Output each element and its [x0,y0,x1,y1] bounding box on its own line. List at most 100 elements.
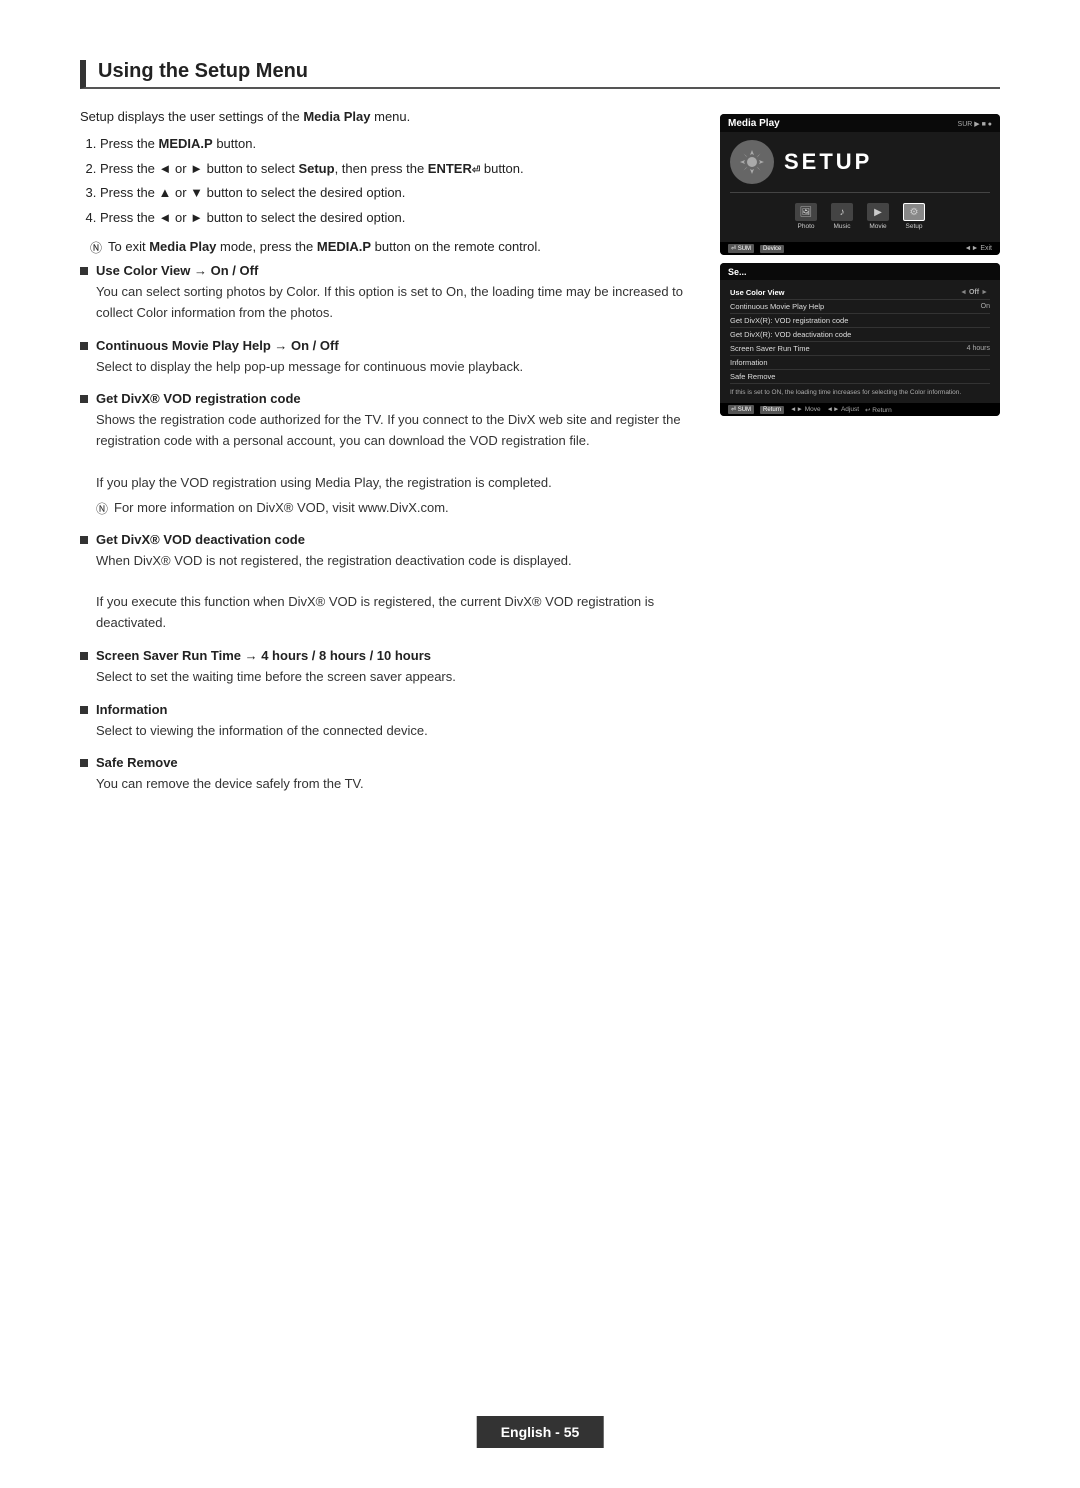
section-screen-saver-body: Select to set the waiting time before th… [96,667,690,688]
divx-reg-label: Get DivX(R): VOD registration code [730,316,990,325]
toolbar2-return: Return [760,406,784,414]
setup-label-icon: Setup [906,223,923,230]
safe-remove-label: Safe Remove [730,372,990,381]
section-use-color-view: Use Color View → On / Off You can select… [80,263,690,324]
arrow-right-icon: ► [981,289,988,296]
arrow-left-icon: ◄ [960,289,967,296]
return-btn: Return [760,406,784,414]
note-item: Ⓝ To exit Media Play mode, press the MED… [90,237,690,257]
tv-toolbar-1: ⏎ SUM Device ◄► Exit [720,242,1000,255]
divx-note-text: For more information on DivX® VOD, visit… [114,498,449,518]
left-content: Setup displays the user settings of the … [80,109,690,809]
bullet-icon [80,342,88,350]
device-btn: Device [760,245,784,253]
right-screenshots: Media Play SUR ▶ ■ ● SETUP [720,114,1000,416]
section-information-body: Select to viewing the information of the… [96,721,690,742]
settings-row-color-view: Use Color View ◄ Off ► [730,286,990,300]
media-play-icons: 🖼 Photo ♪ Music ▶ Movie ⚙ [730,199,990,234]
screen-saver-label: Screen Saver Run Time [730,344,967,353]
bullet-icon [80,395,88,403]
section-information-title: Information [96,702,168,717]
section-divx-registration: Get DivX® VOD registration code Shows th… [80,391,690,517]
movie-help-label: Continuous Movie Play Help [730,302,981,311]
settings-screen-top: Se... [720,263,1000,280]
section-title: Using the Setup Menu [80,60,1000,89]
divider [730,192,990,193]
movie-help-value: On [981,303,990,310]
color-view-label: Use Color View [730,288,958,297]
media-play-sub: SUR ▶ ■ ● [958,120,992,128]
color-view-value: Off [969,289,979,296]
settings-row-info: Information [730,356,990,370]
photo-label: Photo [798,223,815,230]
steps-list: Press the MEDIA.P button. Press the ◄ or… [100,134,690,227]
return-label: ↩ Return [865,406,892,414]
page: Using the Setup Menu Setup displays the … [0,0,1080,1488]
screenshot-settings-list: Se... Use Color View ◄ Off ► Continuous … [720,263,1000,416]
settings-list: Use Color View ◄ Off ► Continuous Movie … [720,280,1000,403]
music-icon: ♪ [831,203,853,221]
photo-icon: 🖼 [795,203,817,221]
movie-icon: ▶ [867,203,889,221]
divx-note: Ⓝ For more information on DivX® VOD, vis… [96,498,690,518]
settings-row-divx-reg: Get DivX(R): VOD registration code [730,314,990,328]
movie-icon-item: ▶ Movie [867,203,889,230]
settings-row-divx-deact: Get DivX(R): VOD deactivation code [730,328,990,342]
settings-row-screen-saver: Screen Saver Run Time 4 hours [730,342,990,356]
footer-badge: English - 55 [477,1416,604,1448]
setup-icon-item: ⚙ Setup [903,203,925,230]
tv-screen-top-bar: Media Play SUR ▶ ■ ● [720,114,1000,132]
divx-deact-label: Get DivX(R): VOD deactivation code [730,330,990,339]
toolbar-sum: ⏎ SUM [728,244,754,253]
tv-screen-main: SETUP 🖼 Photo ♪ Music ▶ [720,132,1000,242]
page-footer: English - 55 [477,1416,604,1448]
tv-toolbar-2: ⏎ SUM Return ◄► Move ◄► Adjust ↩ Return [720,403,1000,416]
info-label: Information [730,358,990,367]
screen-saver-value: 4 hours [967,345,990,352]
section-safe-remove-body: You can remove the device safely from th… [96,774,690,795]
note-text: To exit Media Play mode, press the MEDIA… [108,237,541,257]
bullet-icon [80,706,88,714]
music-icon-item: ♪ Music [831,203,853,230]
settings-screen-title: Se... [728,267,747,277]
note-symbol: Ⓝ [90,239,102,257]
toolbar-exit: ◄► Exit [965,245,992,252]
step-4: Press the ◄ or ► button to select the de… [100,208,690,228]
section-use-color-view-body: You can select sorting photos by Color. … [96,282,690,324]
settings-row-movie-help: Continuous Movie Play Help On [730,300,990,314]
exit-label: ◄► Exit [965,245,992,252]
section-continuous-movie-title: Continuous Movie Play Help → On / Off [96,338,339,353]
section-continuous-movie-body: Select to display the help pop-up messag… [96,357,690,378]
intro-text: Setup displays the user settings of the … [80,109,690,124]
note-symbol-divx: Ⓝ [96,500,108,518]
section-screen-saver-title: Screen Saver Run Time → 4 hours / 8 hour… [96,648,431,663]
bullet-icon [80,267,88,275]
setup-icon-area: SETUP [730,140,990,184]
section-divx-registration-title: Get DivX® VOD registration code [96,391,301,406]
toolbar2-sum: ⏎ SUM [728,405,754,414]
screenshot-media-play-setup: Media Play SUR ▶ ■ ● SETUP [720,114,1000,255]
movie-label: Movie [869,223,886,230]
toolbar2-returnbtn: ↩ Return [865,406,892,414]
section-divx-deactivation: Get DivX® VOD deactivation code When Div… [80,532,690,634]
section-divx-deactivation-body: When DivX® VOD is not registered, the re… [96,551,690,634]
step-1: Press the MEDIA.P button. [100,134,690,154]
section-divx-registration-body: Shows the registration code authorized f… [96,410,690,517]
setup-label: SETUP [784,149,872,175]
step-2: Press the ◄ or ► button to select Setup,… [100,159,690,179]
toolbar2-move: ◄► Move [790,406,821,413]
settings-note: If this is set to ON, the loading time i… [730,388,990,397]
step-3: Press the ▲ or ▼ button to select the de… [100,183,690,203]
photo-icon-item: 🖼 Photo [795,203,817,230]
gear-icon [730,140,774,184]
bullet-icon [80,652,88,660]
settings-row-safe-remove: Safe Remove [730,370,990,384]
section-information: Information Select to viewing the inform… [80,702,690,742]
music-label: Music [834,223,851,230]
section-divx-deactivation-title: Get DivX® VOD deactivation code [96,532,305,547]
sum-btn: ⏎ SUM [728,244,754,253]
section-use-color-view-title: Use Color View → On / Off [96,263,258,278]
move-label: ◄► Move [790,406,821,413]
section-screen-saver: Screen Saver Run Time → 4 hours / 8 hour… [80,648,690,688]
section-safe-remove-title: Safe Remove [96,755,178,770]
